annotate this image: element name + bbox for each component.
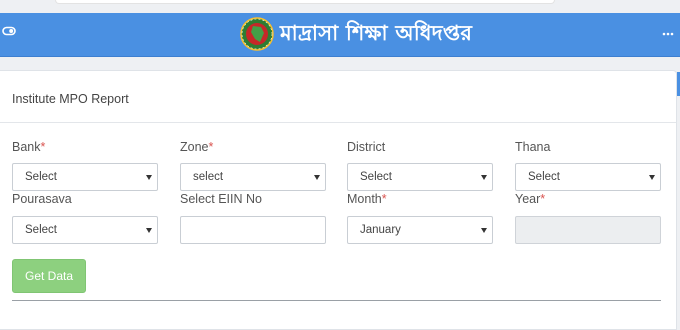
zone-select[interactable]: select	[180, 163, 326, 191]
district-select[interactable]: Select	[347, 163, 493, 191]
chevron-down-icon	[481, 228, 487, 233]
divider	[12, 300, 661, 301]
get-data-button[interactable]: Get Data	[12, 259, 86, 293]
top-navbar: মাদ্রাসা শিক্ষা অধিদপ্তর	[0, 13, 680, 57]
month-select-value: January	[360, 224, 401, 236]
thana-select-value: Select	[528, 171, 560, 183]
pourasava-label: Pourasava	[12, 192, 72, 206]
zone-label: Zone*	[180, 140, 214, 154]
required-marker: *	[540, 192, 546, 206]
zone-select-value: select	[193, 171, 224, 183]
page-title: Institute MPO Report	[12, 92, 129, 106]
required-marker: *	[381, 192, 387, 206]
sidebar-toggle-icon[interactable]	[2, 25, 16, 37]
more-options-icon[interactable]	[662, 31, 674, 37]
chevron-down-icon	[146, 228, 152, 233]
brand: মাদ্রাসা শিক্ষা অধিদপ্তর	[240, 16, 472, 52]
bank-select[interactable]: Select	[12, 163, 158, 191]
report-card: Institute MPO Report	[0, 70, 677, 330]
year-label: Year*	[515, 192, 546, 206]
required-marker: *	[208, 140, 214, 154]
month-label: Month*	[347, 192, 387, 206]
brand-title: মাদ্রাসা শিক্ষা অধিদপ্তর	[280, 20, 473, 45]
eiin-label: Select EIIN No	[180, 192, 262, 206]
thana-label: Thana	[515, 140, 551, 154]
bank-label: Bank*	[12, 140, 46, 154]
chevron-down-icon	[649, 175, 655, 180]
eiin-input[interactable]	[180, 216, 326, 244]
required-marker: *	[40, 140, 46, 154]
bank-select-value: Select	[25, 171, 57, 183]
chevron-down-icon	[314, 175, 320, 180]
pourasava-select-value: Select	[25, 224, 57, 236]
district-label: District	[347, 140, 386, 154]
logo-icon	[240, 17, 274, 51]
month-select[interactable]: January	[347, 216, 493, 244]
thana-select[interactable]: Select	[515, 163, 661, 191]
top-card-edge	[55, 0, 555, 4]
year-picker[interactable]	[515, 216, 661, 244]
chevron-down-icon	[146, 175, 152, 180]
card-header: Institute MPO Report	[0, 71, 676, 123]
pourasava-select[interactable]: Select	[12, 216, 158, 244]
chevron-down-icon	[481, 175, 487, 180]
district-select-value: Select	[360, 171, 392, 183]
